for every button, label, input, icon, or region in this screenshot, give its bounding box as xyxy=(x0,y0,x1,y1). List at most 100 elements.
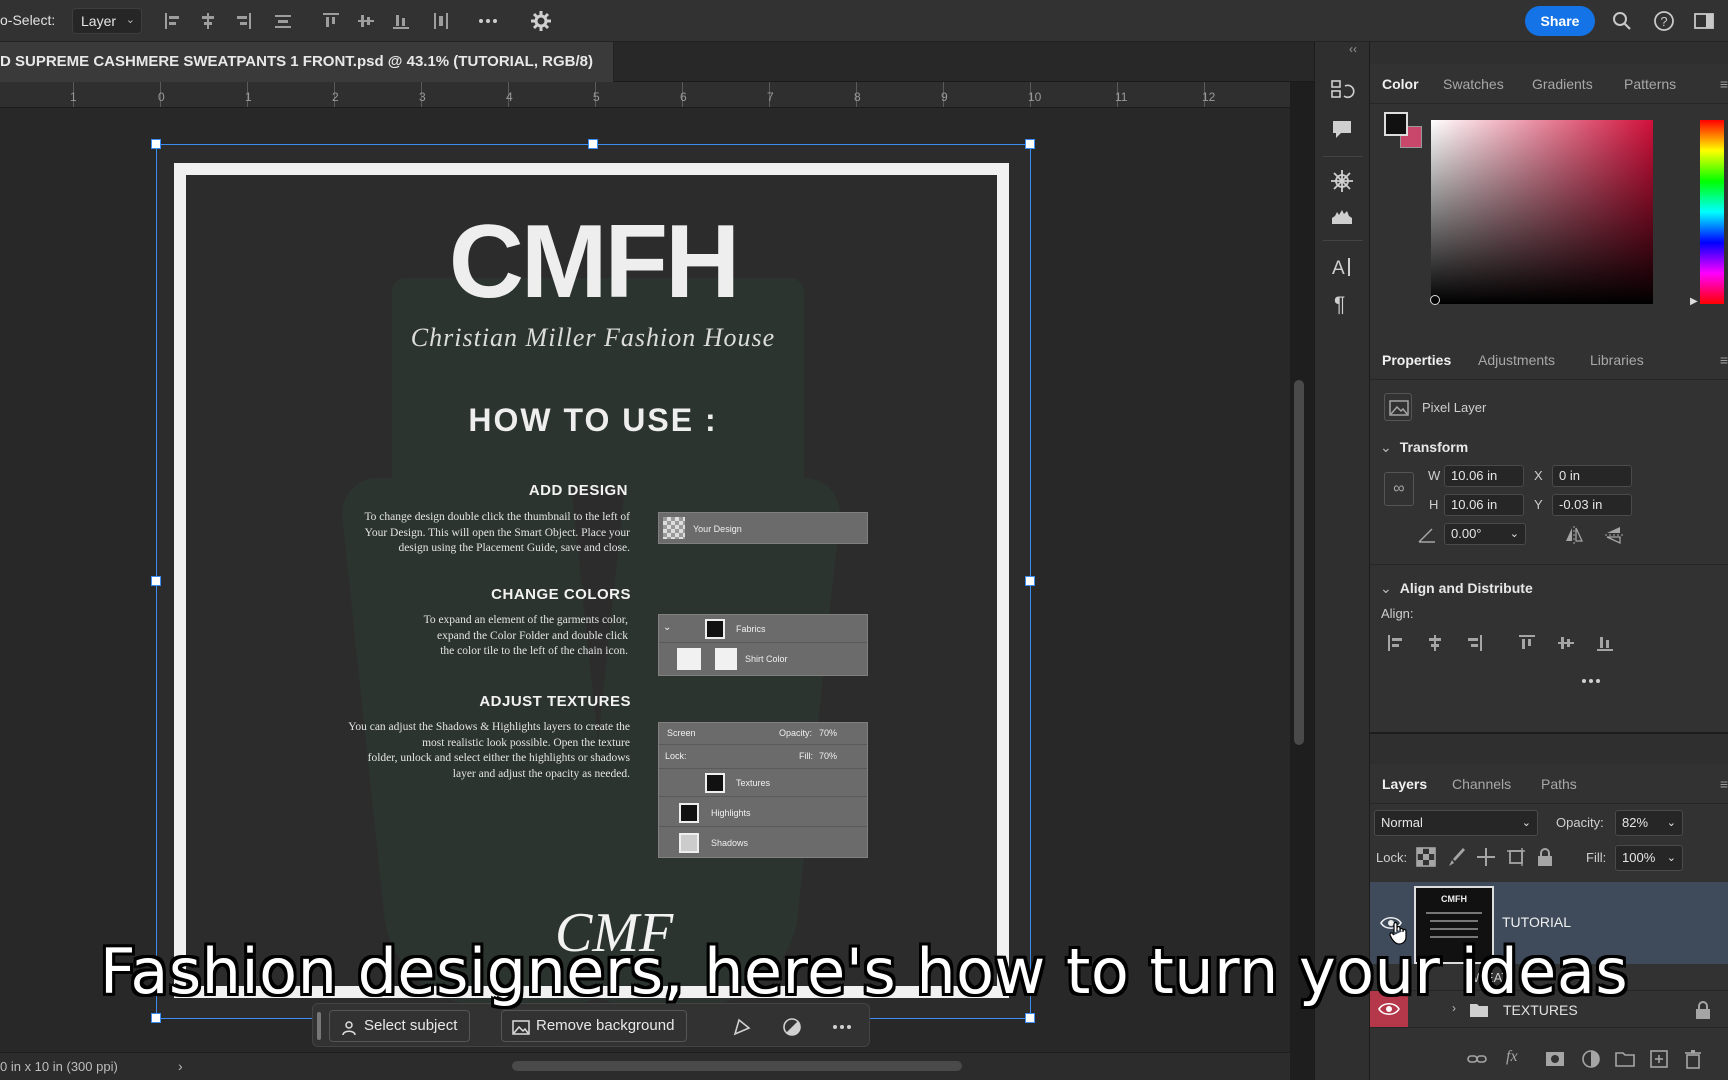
tab-layers[interactable]: Layers xyxy=(1382,776,1427,792)
align-center-icon[interactable] xyxy=(1424,632,1446,654)
select-subject-button[interactable]: Select subject xyxy=(329,1010,471,1042)
pixel-layer-icon xyxy=(1384,393,1412,421)
align-distribute-section-header[interactable]: ⌄ Align and Distribute xyxy=(1380,580,1533,597)
flip-vertical-icon[interactable] xyxy=(1603,524,1625,546)
transform-handle[interactable] xyxy=(588,139,598,149)
comments-icon[interactable] xyxy=(1329,116,1355,142)
collapse-panels-icon[interactable]: ‹‹ xyxy=(1349,42,1357,56)
tab-patterns[interactable]: Patterns xyxy=(1624,76,1676,92)
document-tab[interactable]: D SUPREME CASHMERE SWEATPANTS 1 FRONT.ps… xyxy=(0,42,614,82)
panel-menu-icon[interactable]: ≡ xyxy=(1720,352,1728,368)
lock-label: Lock: xyxy=(1376,850,1408,865)
layer-name[interactable]: TUTORIAL xyxy=(1502,914,1571,930)
tab-adjustments[interactable]: Adjustments xyxy=(1478,352,1555,368)
tab-swatches[interactable]: Swatches xyxy=(1443,76,1504,92)
new-adjustment-layer-icon[interactable] xyxy=(1580,1048,1600,1068)
align-right-icon[interactable] xyxy=(1463,632,1485,654)
distribute-vertical-icon[interactable] xyxy=(272,10,294,32)
tab-channels[interactable]: Channels xyxy=(1452,776,1511,792)
transform-handle[interactable] xyxy=(1025,1013,1035,1023)
remove-background-button[interactable]: Remove background xyxy=(501,1010,688,1042)
distribute-horizontal-icon[interactable] xyxy=(430,10,452,32)
link-layers-icon[interactable] xyxy=(1466,1048,1487,1068)
align-middle-icon[interactable] xyxy=(1555,632,1577,654)
align-top-edges-icon[interactable] xyxy=(320,10,342,32)
transform-section-header[interactable]: ⌄ Transform xyxy=(1380,439,1468,456)
shirt-thumbnail xyxy=(705,773,725,793)
more-options-icon[interactable] xyxy=(477,10,499,32)
tab-properties[interactable]: Properties xyxy=(1382,352,1451,368)
share-button[interactable]: Share xyxy=(1525,6,1595,36)
character-icon[interactable]: A xyxy=(1329,254,1355,280)
chevron-right-icon[interactable]: › xyxy=(178,1058,183,1074)
lock-all-icon[interactable] xyxy=(1534,846,1552,866)
transform-handle[interactable] xyxy=(1025,139,1035,149)
panel-menu-icon[interactable]: ≡ xyxy=(1720,76,1728,92)
fx-icon[interactable]: fx xyxy=(1506,1048,1518,1066)
tab-color[interactable]: Color xyxy=(1382,76,1419,92)
navigator-icon[interactable] xyxy=(1329,168,1355,194)
align-right-edges-icon[interactable] xyxy=(232,10,254,32)
align-left-edges-icon[interactable] xyxy=(162,10,184,32)
trash-icon[interactable] xyxy=(1682,1048,1702,1069)
align-bottom-edges-icon[interactable] xyxy=(390,10,412,32)
ruler-tick: 0 xyxy=(158,90,165,104)
blend-mode-select[interactable]: Normal ⌄ xyxy=(1374,810,1538,836)
link-icon[interactable]: ∞ xyxy=(1384,472,1414,506)
align-left-icon[interactable] xyxy=(1385,632,1407,654)
transform-handle[interactable] xyxy=(151,139,161,149)
panel-menu-icon[interactable]: ≡ xyxy=(1720,776,1728,792)
drag-handle[interactable] xyxy=(317,1012,321,1040)
histogram-icon[interactable] xyxy=(1329,204,1355,230)
chevron-down-icon: ⌄ xyxy=(1380,439,1392,455)
height-field[interactable]: 10.06 in xyxy=(1444,494,1524,516)
tab-gradients[interactable]: Gradients xyxy=(1532,76,1593,92)
paragraph-icon[interactable]: ¶ xyxy=(1329,290,1355,316)
transform-handle[interactable] xyxy=(1025,576,1035,586)
more-icon[interactable] xyxy=(831,1016,853,1038)
add-mask-icon[interactable] xyxy=(1544,1048,1564,1068)
width-field[interactable]: 10.06 in xyxy=(1444,465,1524,487)
new-layer-icon[interactable] xyxy=(1648,1048,1668,1068)
lock-image-pixels-icon[interactable] xyxy=(1445,846,1465,866)
tab-libraries[interactable]: Libraries xyxy=(1590,352,1644,368)
lock-transparent-pixels-icon[interactable] xyxy=(1415,846,1436,867)
opacity-field[interactable]: 82% ⌄ xyxy=(1615,810,1683,836)
vertical-scrollbar[interactable] xyxy=(1294,380,1304,745)
align-vertical-centers-icon[interactable] xyxy=(355,10,377,32)
lock-position-icon[interactable] xyxy=(1475,846,1495,866)
adjustment-layer-icon[interactable] xyxy=(781,1016,803,1038)
help-icon[interactable]: ? xyxy=(1652,9,1676,33)
auto-select-dropdown[interactable]: Layer ⌄ xyxy=(72,8,142,34)
angle-field[interactable]: 0.00° ⌄ xyxy=(1444,523,1526,545)
workspace-icon[interactable] xyxy=(1692,9,1716,33)
align-horizontal-centers-icon[interactable] xyxy=(197,10,219,32)
x-field[interactable]: 0 in xyxy=(1552,465,1632,487)
gear-icon[interactable] xyxy=(530,10,552,32)
y-label: Y xyxy=(1534,497,1543,512)
horizontal-scrollbar[interactable] xyxy=(512,1061,962,1071)
color-field[interactable] xyxy=(1431,120,1653,304)
hue-slider-handle[interactable]: ▶ xyxy=(1690,296,1698,307)
transform-handle[interactable] xyxy=(151,576,161,586)
y-field[interactable]: -0.03 in xyxy=(1552,494,1632,516)
ruler-tick: 7 xyxy=(767,90,774,104)
tab-paths[interactable]: Paths xyxy=(1541,776,1577,792)
flip-horizontal-icon[interactable] xyxy=(1563,524,1585,546)
foreground-color-swatch[interactable] xyxy=(1384,112,1408,136)
ruler-tick: 11 xyxy=(1115,90,1128,104)
align-bottom-icon[interactable] xyxy=(1594,632,1616,654)
color-picker-handle[interactable] xyxy=(1430,295,1440,305)
canvas-area[interactable]: CMFH Christian Miller Fashion House HOW … xyxy=(0,108,1290,1052)
transform-handle[interactable] xyxy=(151,1013,161,1023)
hue-slider[interactable] xyxy=(1700,120,1724,304)
fill-field[interactable]: 100% ⌄ xyxy=(1615,845,1683,871)
transform-icon[interactable] xyxy=(731,1016,753,1038)
search-icon[interactable] xyxy=(1610,9,1634,33)
align-top-icon[interactable] xyxy=(1516,632,1538,654)
new-group-icon[interactable] xyxy=(1614,1048,1635,1068)
horizontal-ruler: 1 0 1 2 3 4 5 6 7 8 9 10 11 12 xyxy=(0,82,1290,108)
lock-artboard-icon[interactable] xyxy=(1505,846,1525,866)
more-options-icon[interactable] xyxy=(1580,670,1602,692)
history-icon[interactable] xyxy=(1329,78,1355,104)
